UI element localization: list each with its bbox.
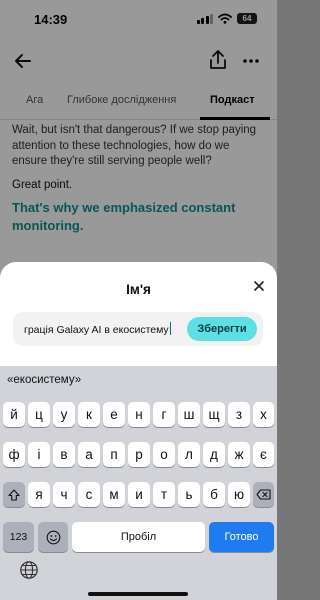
suggestion-item[interactable]: «екосистему» [7,374,81,386]
key[interactable]: г [153,402,175,427]
space-key[interactable]: Пробіл [72,522,205,552]
key[interactable]: у [53,402,75,427]
key[interactable]: д [203,442,225,467]
key[interactable]: м [103,482,125,507]
key[interactable]: х [253,402,274,427]
shift-icon [8,488,20,501]
key[interactable]: е [103,402,125,427]
key[interactable]: ч [53,482,75,507]
key[interactable]: ф [3,442,25,467]
numbers-key[interactable]: 123 [3,522,34,552]
backspace-icon [256,489,271,500]
key[interactable]: ь [178,482,200,507]
emoji-key[interactable] [38,522,68,552]
done-key[interactable]: Готово [209,522,274,552]
key[interactable]: п [103,442,125,467]
name-input[interactable]: грація Galaxy AI в екосистему Зберегти [13,312,263,346]
key[interactable]: ю [228,482,250,507]
sheet-title: Ім'я [126,282,151,297]
suggestion-bar: «екосистему» [0,366,277,396]
key[interactable]: о [153,442,175,467]
shift-key[interactable] [3,482,25,507]
key[interactable]: є [253,442,274,467]
key[interactable]: л [178,442,200,467]
key[interactable]: и [128,482,150,507]
key[interactable]: к [78,402,100,427]
key[interactable]: б [203,482,225,507]
save-button[interactable]: Зберегти [187,317,257,341]
key[interactable]: с [78,482,100,507]
keyboard: «екосистему» й ц у к е н г ш щ з х ф і в… [0,366,277,600]
key[interactable]: т [153,482,175,507]
rename-sheet: Ім'я грація Galaxy AI в екосистему Збере… [0,262,277,366]
backspace-key[interactable] [253,482,274,507]
text-caret [169,322,172,335]
key[interactable]: р [128,442,150,467]
key[interactable]: ц [28,402,50,427]
key[interactable]: й [3,402,25,427]
key[interactable]: і [28,442,50,467]
key[interactable]: в [53,442,75,467]
key[interactable]: ж [228,442,250,467]
key[interactable]: а [78,442,100,467]
key[interactable]: з [228,402,250,427]
key[interactable]: я [28,482,50,507]
name-input-value[interactable]: грація Galaxy AI в екосистему [24,322,172,336]
key[interactable]: щ [203,402,225,427]
home-indicator [88,592,188,596]
key[interactable]: н [128,402,150,427]
globe-icon[interactable] [19,560,39,580]
key[interactable]: ш [178,402,200,427]
close-icon[interactable] [250,277,268,295]
emoji-icon [46,530,60,544]
